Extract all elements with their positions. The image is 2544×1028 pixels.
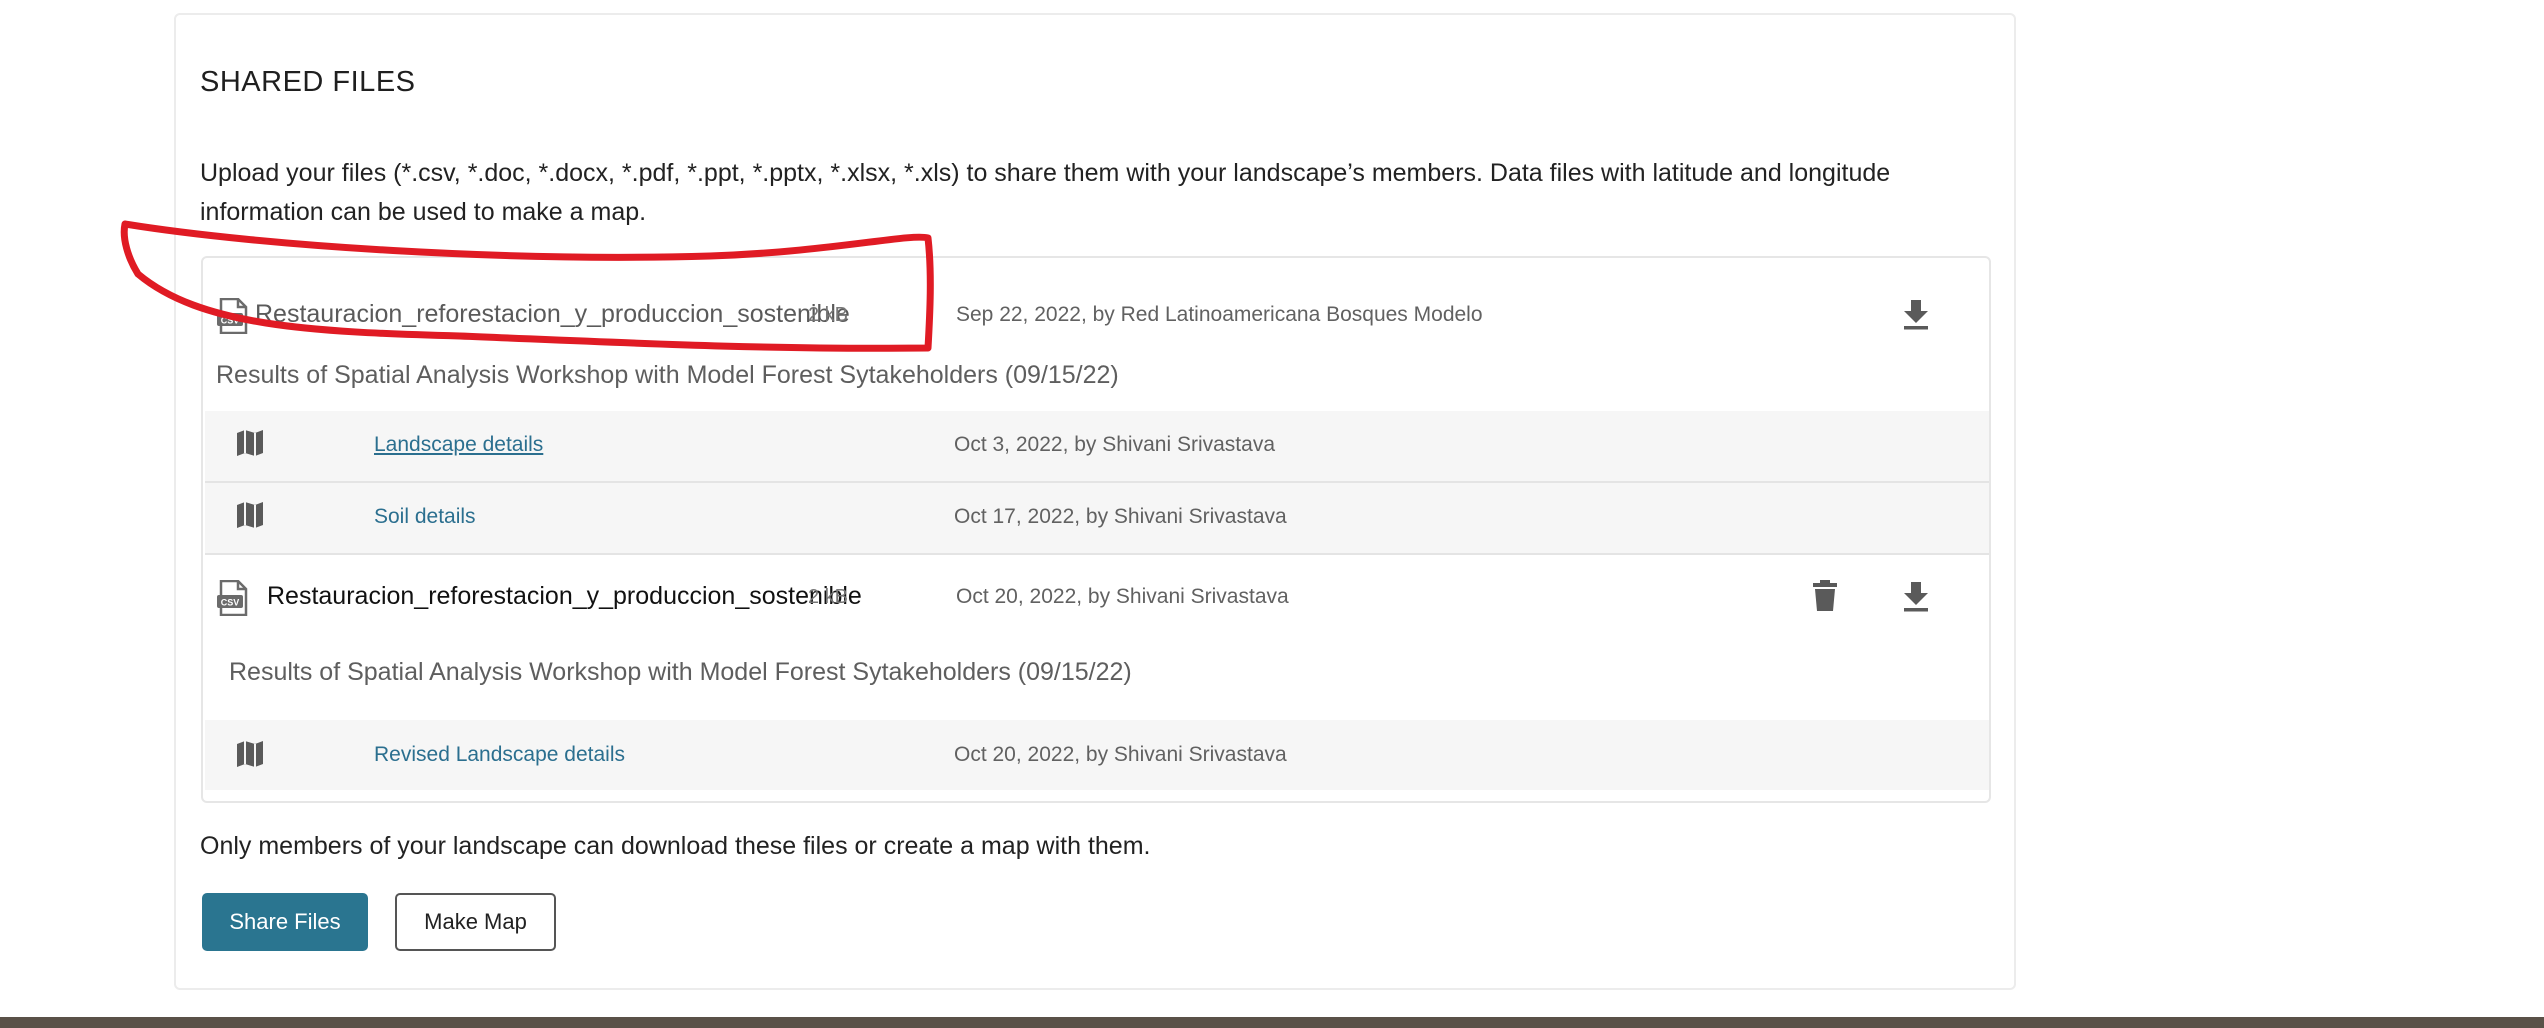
file-size: 2 kB (808, 304, 849, 326)
map-link-revised-landscape-details[interactable]: Revised Landscape details (374, 743, 625, 767)
download-icon[interactable] (1902, 298, 1930, 330)
file-name[interactable]: Restauracion_reforestacion_y_produccion_… (267, 582, 862, 611)
file-date: Oct 20, 2022, by Shivani Srivastava (956, 585, 1289, 608)
file-size: 2 kB (808, 586, 849, 608)
map-link-soil-details[interactable]: Soil details (374, 505, 476, 529)
footer-note: Only members of your landscape can downl… (200, 832, 1151, 860)
map-icon (235, 428, 265, 458)
trash-icon[interactable] (1812, 580, 1838, 612)
map-row: Soil details Oct 17, 2022, by Shivani Sr… (205, 483, 1989, 553)
map-icon (235, 500, 265, 530)
row-divider (205, 553, 1989, 555)
section-title: SHARED FILES (200, 66, 416, 98)
download-icon[interactable] (1902, 580, 1930, 612)
file-date: Sep 22, 2022, by Red Latinoamericana Bos… (956, 303, 1483, 326)
file-list: CSV Restauracion_reforestacion_y_producc… (201, 256, 1991, 803)
svg-text:CSV: CSV (221, 316, 240, 326)
map-row: Revised Landscape details Oct 20, 2022, … (205, 720, 1989, 790)
file-description: Results of Spatial Analysis Workshop wit… (216, 361, 1119, 389)
make-map-button[interactable]: Make Map (395, 893, 556, 951)
file-description: Results of Spatial Analysis Workshop wit… (229, 658, 1132, 686)
share-files-button[interactable]: Share Files (202, 893, 368, 951)
footer-bar (0, 1017, 2544, 1028)
csv-file-icon: CSV (217, 580, 249, 616)
map-icon (235, 739, 265, 769)
map-link-landscape-details[interactable]: Landscape details (374, 433, 543, 457)
map-row: Landscape details Oct 3, 2022, by Shivan… (205, 411, 1989, 481)
svg-text:CSV: CSV (221, 598, 240, 608)
csv-file-icon: CSV (217, 298, 249, 334)
map-date: Oct 20, 2022, by Shivani Srivastava (954, 743, 1287, 766)
section-description: Upload your files (*.csv, *.doc, *.docx,… (200, 159, 1891, 226)
file-name[interactable]: Restauracion_reforestacion_y_produccion_… (255, 300, 850, 329)
map-date: Oct 17, 2022, by Shivani Srivastava (954, 505, 1287, 528)
map-date: Oct 3, 2022, by Shivani Srivastava (954, 433, 1275, 456)
